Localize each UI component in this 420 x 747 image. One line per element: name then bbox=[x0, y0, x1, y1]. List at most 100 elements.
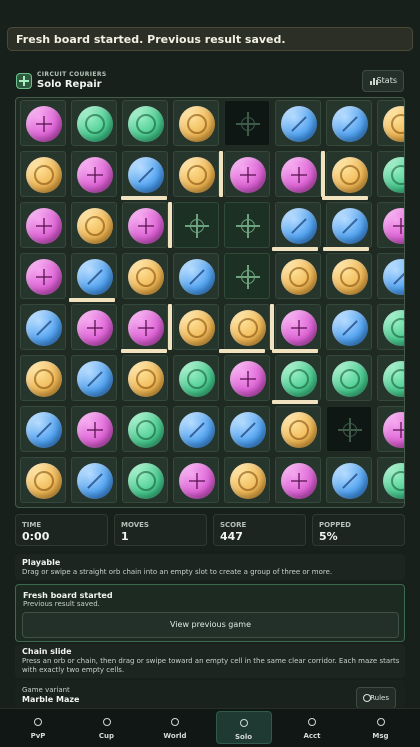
board-cell[interactable] bbox=[275, 355, 321, 401]
board-cell[interactable] bbox=[122, 406, 168, 452]
green-ring-orb-icon[interactable] bbox=[179, 361, 215, 397]
pink-plus-orb-icon[interactable] bbox=[128, 310, 164, 346]
board-cell[interactable] bbox=[122, 202, 168, 248]
gold-ring-orb-icon[interactable] bbox=[281, 412, 317, 448]
board-cell[interactable] bbox=[275, 253, 321, 299]
empty-cell[interactable] bbox=[173, 202, 219, 248]
blue-slash-orb-icon[interactable] bbox=[77, 361, 113, 397]
pink-plus-orb-icon[interactable] bbox=[26, 106, 62, 142]
green-ring-orb-icon[interactable] bbox=[383, 361, 404, 397]
board-cell[interactable] bbox=[20, 355, 66, 401]
board-cell[interactable] bbox=[71, 304, 117, 350]
board-cell[interactable] bbox=[326, 202, 372, 248]
pink-plus-orb-icon[interactable] bbox=[230, 361, 266, 397]
board-cell[interactable] bbox=[326, 253, 372, 299]
board-cell[interactable] bbox=[173, 355, 219, 401]
board-cell[interactable] bbox=[275, 151, 321, 197]
gold-ring-orb-icon[interactable] bbox=[77, 208, 113, 244]
board-cell[interactable] bbox=[326, 151, 372, 197]
nav-tab-msg[interactable]: Msg bbox=[353, 711, 409, 744]
board-cell[interactable] bbox=[71, 406, 117, 452]
board-cell[interactable] bbox=[173, 304, 219, 350]
green-ring-orb-icon[interactable] bbox=[332, 361, 368, 397]
blue-slash-orb-icon[interactable] bbox=[26, 310, 62, 346]
blue-slash-orb-icon[interactable] bbox=[128, 157, 164, 193]
gold-ring-orb-icon[interactable] bbox=[230, 310, 266, 346]
board-cell[interactable] bbox=[275, 406, 321, 452]
gold-ring-orb-icon[interactable] bbox=[26, 157, 62, 193]
nav-tab-solo[interactable]: Solo bbox=[215, 711, 272, 744]
board-cell[interactable] bbox=[71, 355, 117, 401]
rules-button[interactable]: Rules bbox=[356, 687, 396, 709]
board-cell[interactable] bbox=[20, 457, 66, 503]
board-cell[interactable] bbox=[326, 304, 372, 350]
gold-ring-orb-icon[interactable] bbox=[26, 361, 62, 397]
board-cell[interactable] bbox=[122, 457, 168, 503]
green-ring-orb-icon[interactable] bbox=[128, 412, 164, 448]
pink-plus-orb-icon[interactable] bbox=[281, 463, 317, 499]
board-cell[interactable] bbox=[173, 406, 219, 452]
board-cell[interactable] bbox=[377, 253, 404, 299]
pink-plus-orb-icon[interactable] bbox=[77, 157, 113, 193]
board-cell[interactable] bbox=[173, 100, 219, 146]
pink-plus-orb-icon[interactable] bbox=[383, 412, 404, 448]
pink-plus-orb-icon[interactable] bbox=[26, 208, 62, 244]
green-ring-orb-icon[interactable] bbox=[77, 106, 113, 142]
board-cell[interactable] bbox=[275, 457, 321, 503]
gold-ring-orb-icon[interactable] bbox=[383, 106, 404, 142]
board-cell[interactable] bbox=[224, 457, 270, 503]
board-cell[interactable] bbox=[275, 304, 321, 350]
empty-cell[interactable] bbox=[224, 253, 270, 299]
nav-tab-acct[interactable]: Acct bbox=[284, 711, 340, 744]
board-cell[interactable] bbox=[122, 355, 168, 401]
blue-slash-orb-icon[interactable] bbox=[332, 310, 368, 346]
pink-plus-orb-icon[interactable] bbox=[281, 310, 317, 346]
board-cell[interactable] bbox=[71, 100, 117, 146]
board-cell[interactable] bbox=[275, 100, 321, 146]
board-cell[interactable] bbox=[173, 457, 219, 503]
board-cell[interactable] bbox=[173, 253, 219, 299]
empty-cell[interactable] bbox=[224, 100, 270, 146]
gold-ring-orb-icon[interactable] bbox=[332, 259, 368, 295]
board-cell[interactable] bbox=[71, 253, 117, 299]
blue-slash-orb-icon[interactable] bbox=[179, 412, 215, 448]
green-ring-orb-icon[interactable] bbox=[383, 310, 404, 346]
board-cell[interactable] bbox=[122, 253, 168, 299]
blue-slash-orb-icon[interactable] bbox=[332, 208, 368, 244]
board-cell[interactable] bbox=[224, 355, 270, 401]
gold-ring-orb-icon[interactable] bbox=[179, 310, 215, 346]
pink-plus-orb-icon[interactable] bbox=[230, 157, 266, 193]
gold-ring-orb-icon[interactable] bbox=[230, 463, 266, 499]
board-cell[interactable] bbox=[377, 355, 404, 401]
blue-slash-orb-icon[interactable] bbox=[281, 208, 317, 244]
game-board[interactable] bbox=[15, 97, 405, 508]
board-cell[interactable] bbox=[326, 355, 372, 401]
empty-cell[interactable] bbox=[326, 406, 372, 452]
gold-ring-orb-icon[interactable] bbox=[26, 463, 62, 499]
board-cell[interactable] bbox=[326, 457, 372, 503]
green-ring-orb-icon[interactable] bbox=[128, 106, 164, 142]
nav-tab-world[interactable]: World bbox=[147, 711, 203, 744]
gold-ring-orb-icon[interactable] bbox=[128, 361, 164, 397]
green-ring-orb-icon[interactable] bbox=[383, 463, 404, 499]
gold-ring-orb-icon[interactable] bbox=[179, 157, 215, 193]
board-cell[interactable] bbox=[326, 100, 372, 146]
board-cell[interactable] bbox=[377, 457, 404, 503]
view-previous-game-button[interactable]: View previous game bbox=[22, 612, 399, 638]
board-cell[interactable] bbox=[377, 202, 404, 248]
board-cell[interactable] bbox=[377, 100, 404, 146]
gold-ring-orb-icon[interactable] bbox=[179, 106, 215, 142]
blue-slash-orb-icon[interactable] bbox=[77, 463, 113, 499]
nav-tab-cup[interactable]: Cup bbox=[79, 711, 135, 744]
pink-plus-orb-icon[interactable] bbox=[179, 463, 215, 499]
green-ring-orb-icon[interactable] bbox=[281, 361, 317, 397]
pink-plus-orb-icon[interactable] bbox=[128, 208, 164, 244]
board-cell[interactable] bbox=[20, 304, 66, 350]
board-cell[interactable] bbox=[20, 253, 66, 299]
board-cell[interactable] bbox=[122, 100, 168, 146]
board-cell[interactable] bbox=[173, 151, 219, 197]
green-ring-orb-icon[interactable] bbox=[128, 463, 164, 499]
blue-slash-orb-icon[interactable] bbox=[332, 106, 368, 142]
board-cell[interactable] bbox=[71, 151, 117, 197]
board-cell[interactable] bbox=[377, 151, 404, 197]
